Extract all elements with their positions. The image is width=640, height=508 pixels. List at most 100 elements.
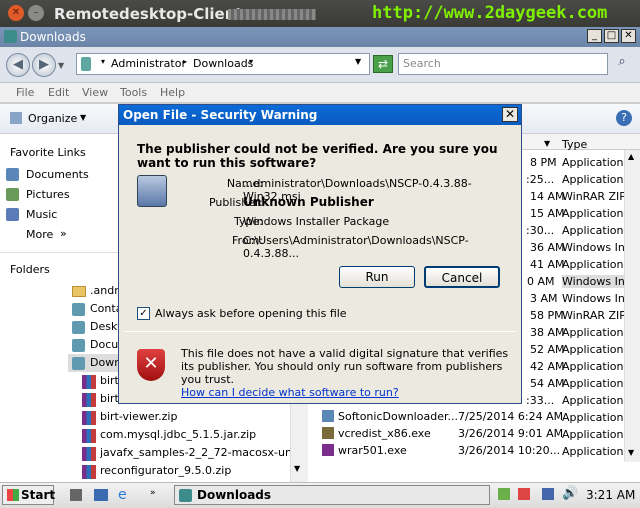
tray-icon[interactable] [498,488,510,500]
search-icon[interactable]: ⌕ [611,54,633,74]
winrar-icon [82,429,96,443]
field-value-publisher: Unknown Publisher [243,195,374,209]
column-header-type[interactable]: Type [562,138,587,151]
history-dropdown-icon[interactable]: ▼ [58,61,64,70]
always-ask-label[interactable]: Always ask before opening this file [155,307,347,320]
breadcrumb-downloads[interactable]: Downloads [193,57,253,70]
switch-windows-icon[interactable] [94,489,108,501]
maximize-button[interactable]: □ [604,29,619,43]
documents-icon [6,168,19,181]
file-item[interactable]: birt-viewer.zip [100,410,177,423]
sidebar-item-pictures[interactable]: Pictures [26,188,70,201]
redacted-host [228,9,316,20]
minimize-button[interactable]: _ [587,29,602,43]
tray-icon[interactable] [518,488,530,500]
file-time: 8 PM [530,156,557,169]
scroll-down-icon[interactable]: ▼ [294,464,300,473]
field-value-from: C:\Users\Administrator\Downloads\NSCP-0.… [243,234,469,260]
start-button[interactable]: Start [2,485,55,505]
sidebar-item-documents[interactable]: Documents [26,168,89,181]
run-button[interactable]: Run [339,266,415,288]
file-type: Application [562,173,624,186]
show-desktop-icon[interactable] [70,489,82,501]
minimize-icon[interactable]: – [28,5,44,21]
file-type: Application [562,360,624,373]
documents-icon [72,339,85,352]
file-time: 3 AM [530,292,558,305]
menu-edit[interactable]: Edit [48,86,69,99]
refresh-icon[interactable]: ⇄ [373,55,393,73]
chevron-down-icon[interactable]: ▼ [80,113,86,122]
windows-logo-icon [7,489,19,501]
internet-explorer-icon[interactable]: e [118,487,127,503]
back-button[interactable]: ◀ [6,53,30,77]
dialog-title: Open File - Security Warning [123,108,318,122]
sidebar-item-music[interactable]: Music [26,208,57,221]
file-name[interactable]: wrar501.exe [338,444,407,457]
file-item[interactable]: javafx_samples-2_2_72-macosx-univer [100,446,290,459]
network-icon[interactable] [542,488,554,500]
file-type: WinRAR ZIP [562,309,626,322]
file-name[interactable]: SoftonicDownloader... [338,410,458,423]
folders-header: Folders [10,263,50,276]
scroll-up-icon[interactable]: ▲ [628,152,634,161]
file-time: 41 AM [530,258,565,271]
installer-icon [322,427,334,439]
folder-item[interactable]: Deskt [90,320,122,333]
list-scrollbar[interactable]: ▲ ▼ [624,150,640,462]
menu-file[interactable]: File [16,86,34,99]
file-item[interactable]: com.mysql.jdbc_5.1.5.jar.zip [100,428,256,441]
file-time: 58 PM [530,309,564,322]
menu-tools[interactable]: Tools [120,86,147,99]
clock[interactable]: 3:21 AM [586,488,635,502]
winrar-icon [82,447,96,461]
sort-icon[interactable]: ▼ [544,139,550,148]
menu-view[interactable]: View [82,86,108,99]
address-dropdown-icon[interactable]: ▼ [355,57,361,66]
file-time: 52 AM [530,343,565,356]
file-time: 14 AM [530,190,565,203]
organize-button[interactable]: Organize [28,112,77,125]
taskbar-downloads-button[interactable]: Downloads [174,485,490,505]
forward-button[interactable]: ▶ [32,53,56,77]
close-button[interactable]: ✕ [621,29,636,43]
file-type: Application [562,224,624,237]
scroll-down-icon[interactable]: ▼ [628,448,634,457]
file-time: 15 AM [530,207,565,220]
cancel-button[interactable]: Cancel [424,266,500,288]
dialog-heading: The publisher could not be verified. Are… [137,142,498,170]
window-title: Downloads [20,30,86,44]
remote-titlebar: ✕ – Remotedesktop-Client: http://www.2da… [0,0,640,27]
double-chevron-icon[interactable]: » [60,227,67,240]
chevron-icon[interactable]: » [150,488,156,498]
sidebar-item-more[interactable]: More [26,228,53,241]
file-type: Application [562,377,624,390]
help-link[interactable]: How can I decide what software to run? [181,386,399,399]
dialog-close-button[interactable]: ✕ [502,107,518,122]
folder-item[interactable]: Docu [90,338,118,351]
search-input[interactable]: Search [398,53,608,75]
warning-message: This file does not have a valid digital … [181,347,511,399]
menu-help[interactable]: Help [160,86,185,99]
file-time: 36 AM [530,241,565,254]
file-type: Application [562,343,624,356]
file-type: Windows Ins [562,292,631,305]
help-icon[interactable]: ? [616,110,632,126]
file-date: 3/26/2014 9:01 AM [458,427,564,440]
file-item[interactable]: reconfigurator_9.5.0.zip [100,464,231,477]
contacts-icon [72,303,85,316]
breadcrumb-administrator[interactable]: Administrator [111,57,186,70]
winrar-icon [82,393,96,407]
close-icon[interactable]: ✕ [8,5,24,21]
winrar-icon [82,375,96,389]
watermark: http://www.2daygeek.com [372,3,608,23]
file-name[interactable]: vcredist_x86.exe [338,427,431,440]
winrar-icon [82,465,96,479]
volume-icon[interactable]: 🔊 [562,486,578,501]
address-bar[interactable]: ▾ Administrator ▸ Downloads ▾ ▼ [76,53,370,75]
file-type: Application [562,258,624,271]
file-type: WinRAR ZIP [562,190,626,203]
always-ask-checkbox[interactable]: ✓ [137,307,150,320]
file-type: Application [562,428,624,441]
folder-item-downloads[interactable]: Down [90,356,121,369]
